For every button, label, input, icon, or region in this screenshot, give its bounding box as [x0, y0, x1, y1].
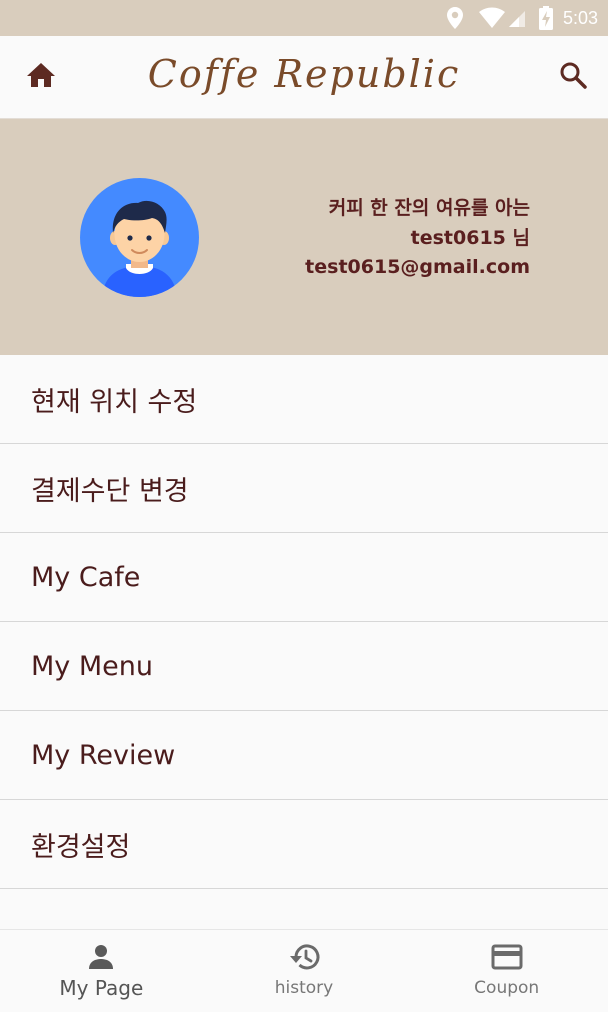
- menu-item-my-menu[interactable]: My Menu: [0, 622, 608, 711]
- location-icon: [445, 6, 465, 30]
- wifi-icon: [478, 7, 505, 29]
- profile-username: test0615 님: [410, 226, 530, 249]
- nav-label: Coupon: [474, 978, 540, 998]
- menu-item-label: 결제수단 변경: [31, 475, 189, 507]
- profile-info: 커피 한 잔의 여유를 아는 test0615 님 test0615@gmail…: [305, 194, 530, 283]
- nav-label: history: [274, 978, 334, 998]
- nav-item-my-page[interactable]: My Page: [0, 930, 203, 1012]
- menu-item-my-cafe[interactable]: My Cafe: [0, 533, 608, 622]
- status-time: 5:03: [562, 7, 598, 28]
- search-icon: [558, 60, 588, 94]
- user-avatar: [80, 178, 199, 297]
- app-bar: Coffe Republic: [0, 36, 608, 119]
- bottom-nav: My Page history Coupon: [0, 929, 608, 1012]
- nav-item-coupon[interactable]: Coupon: [405, 930, 608, 1012]
- profile-email: test0615@gmail.com: [305, 256, 530, 278]
- status-icons: 5:03: [445, 0, 598, 36]
- profile-tagline: 커피 한 잔의 여유를 아는: [328, 197, 530, 219]
- menu-item-settings[interactable]: 환경설정: [0, 800, 608, 889]
- nav-item-history[interactable]: history: [203, 930, 406, 1012]
- menu-item-change-payment[interactable]: 결제수단 변경: [0, 444, 608, 533]
- menu-item-label: 현재 위치 수정: [31, 386, 198, 418]
- menu-item-edit-location[interactable]: 현재 위치 수정: [0, 355, 608, 444]
- menu-list: 현재 위치 수정 결제수단 변경 My Cafe My Menu My Revi…: [0, 355, 608, 889]
- app-logo: Coffe Republic: [147, 52, 461, 96]
- battery-charging-icon: [538, 6, 553, 30]
- menu-item-label: My Cafe: [31, 561, 141, 593]
- menu-item-my-review[interactable]: My Review: [0, 711, 608, 800]
- nav-label: My Page: [59, 976, 144, 1000]
- profile-card: 커피 한 잔의 여유를 아는 test0615 님 test0615@gmail…: [0, 119, 608, 355]
- history-icon: [287, 942, 321, 972]
- status-bar: 5:03: [0, 0, 608, 36]
- person-icon: [86, 942, 116, 972]
- credit-card-icon: [490, 942, 524, 972]
- menu-item-label: 환경설정: [31, 831, 131, 863]
- menu-item-label: My Menu: [31, 650, 153, 682]
- menu-item-label: My Review: [31, 739, 176, 771]
- search-button[interactable]: [556, 60, 590, 94]
- signal-icon: [507, 7, 527, 29]
